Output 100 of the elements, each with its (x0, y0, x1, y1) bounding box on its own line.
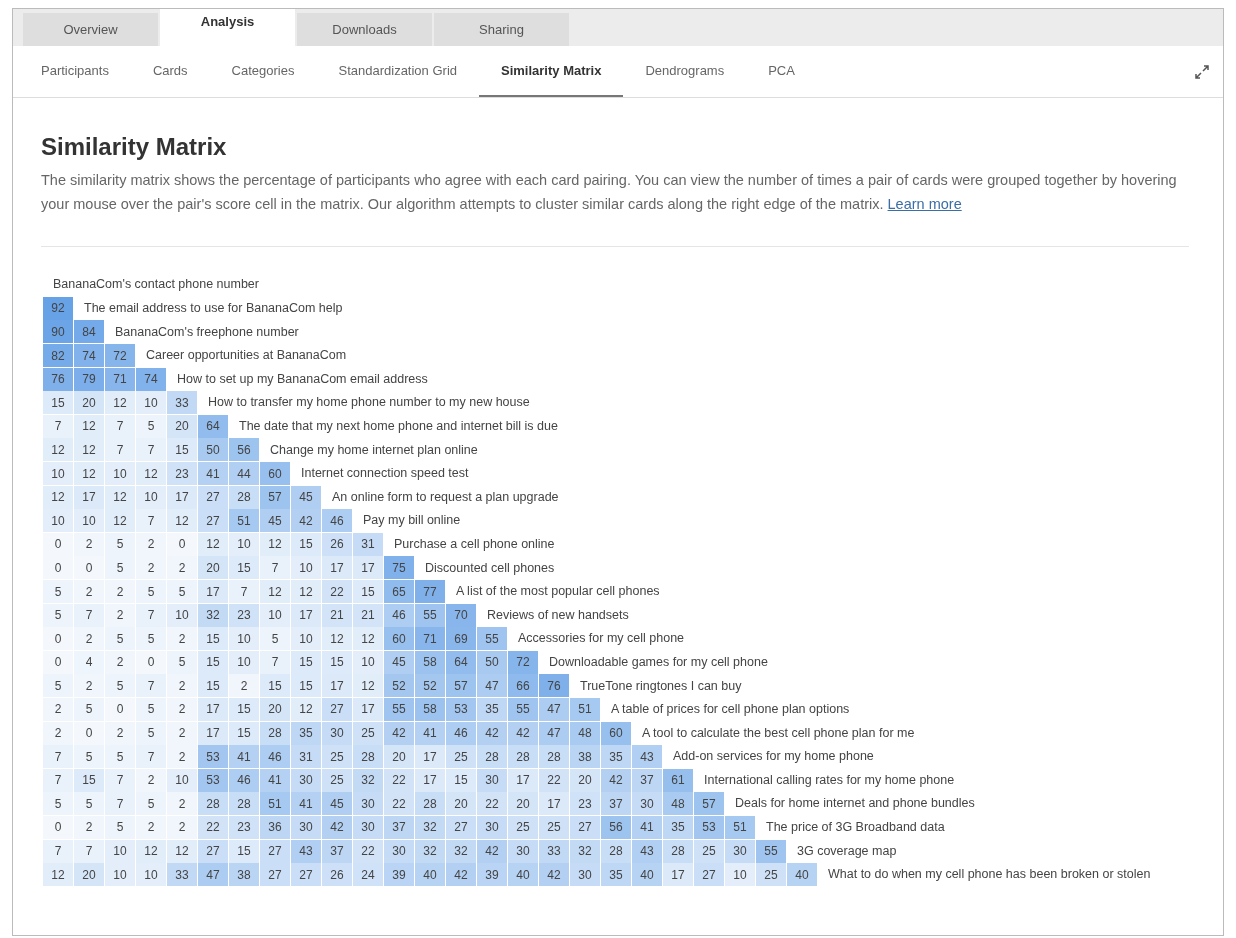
score-cell[interactable]: 10 (105, 863, 135, 887)
score-cell[interactable]: 27 (198, 839, 228, 863)
score-cell[interactable]: 42 (291, 509, 321, 533)
score-cell[interactable]: 2 (136, 768, 166, 792)
score-cell[interactable]: 45 (260, 509, 290, 533)
score-cell[interactable]: 50 (198, 438, 228, 462)
score-cell[interactable]: 57 (694, 792, 724, 816)
score-cell[interactable]: 5 (136, 792, 166, 816)
score-cell[interactable]: 37 (322, 839, 352, 863)
score-cell[interactable]: 27 (198, 509, 228, 533)
score-cell[interactable]: 60 (260, 462, 290, 486)
score-cell[interactable]: 15 (291, 650, 321, 674)
score-cell[interactable]: 20 (446, 792, 476, 816)
score-cell[interactable]: 25 (322, 745, 352, 769)
score-cell[interactable]: 37 (632, 768, 662, 792)
score-cell[interactable]: 5 (167, 580, 197, 603)
score-cell[interactable]: 46 (384, 603, 414, 627)
score-cell[interactable]: 42 (601, 768, 631, 792)
score-cell[interactable]: 25 (694, 839, 724, 863)
score-cell[interactable]: 38 (229, 863, 259, 887)
score-cell[interactable]: 45 (384, 650, 414, 674)
score-cell[interactable]: 12 (353, 674, 383, 698)
score-cell[interactable]: 12 (43, 863, 73, 887)
score-cell[interactable]: 30 (508, 839, 538, 863)
score-cell[interactable]: 15 (291, 532, 321, 556)
score-cell[interactable]: 22 (322, 580, 352, 603)
score-cell[interactable]: 12 (291, 698, 321, 721)
score-cell[interactable]: 90 (43, 320, 73, 344)
score-cell[interactable]: 35 (601, 745, 631, 769)
subtab[interactable]: Cards (130, 46, 210, 97)
score-cell[interactable]: 2 (43, 698, 73, 721)
score-cell[interactable]: 71 (415, 627, 445, 651)
score-cell[interactable]: 17 (198, 721, 228, 745)
score-cell[interactable]: 20 (74, 391, 104, 415)
score-cell[interactable]: 65 (384, 580, 414, 603)
score-cell[interactable]: 12 (198, 532, 228, 556)
score-cell[interactable]: 20 (167, 414, 197, 438)
score-cell[interactable]: 10 (725, 863, 755, 887)
score-cell[interactable]: 51 (229, 509, 259, 533)
score-cell[interactable]: 28 (601, 839, 631, 863)
score-cell[interactable]: 55 (415, 603, 445, 627)
score-cell[interactable]: 28 (353, 745, 383, 769)
score-cell[interactable]: 15 (43, 391, 73, 415)
score-cell[interactable]: 10 (229, 532, 259, 556)
score-cell[interactable]: 43 (632, 745, 662, 769)
score-cell[interactable]: 12 (136, 462, 166, 486)
score-cell[interactable]: 0 (43, 650, 73, 674)
score-cell[interactable]: 0 (136, 650, 166, 674)
score-cell[interactable]: 30 (322, 721, 352, 745)
score-cell[interactable]: 2 (74, 674, 104, 698)
score-cell[interactable]: 22 (384, 768, 414, 792)
score-cell[interactable]: 5 (105, 556, 135, 580)
score-cell[interactable]: 12 (105, 485, 135, 509)
score-cell[interactable]: 26 (322, 863, 352, 887)
score-cell[interactable]: 2 (105, 650, 135, 674)
score-cell[interactable]: 43 (632, 839, 662, 863)
score-cell[interactable]: 28 (415, 792, 445, 816)
score-cell[interactable]: 12 (43, 438, 73, 462)
subtab[interactable]: PCA (746, 46, 817, 97)
score-cell[interactable]: 10 (260, 603, 290, 627)
score-cell[interactable]: 5 (136, 698, 166, 721)
score-cell[interactable]: 10 (105, 839, 135, 863)
score-cell[interactable]: 23 (229, 815, 259, 839)
score-cell[interactable]: 40 (508, 863, 538, 887)
score-cell[interactable]: 7 (136, 509, 166, 533)
score-cell[interactable]: 0 (105, 698, 135, 721)
score-cell[interactable]: 12 (74, 462, 104, 486)
score-cell[interactable]: 25 (539, 815, 569, 839)
score-cell[interactable]: 35 (663, 815, 693, 839)
score-cell[interactable]: 7 (136, 745, 166, 769)
score-cell[interactable]: 15 (353, 580, 383, 603)
score-cell[interactable]: 52 (415, 674, 445, 698)
score-cell[interactable]: 27 (570, 815, 600, 839)
score-cell[interactable]: 31 (353, 532, 383, 556)
score-cell[interactable]: 7 (105, 792, 135, 816)
score-cell[interactable]: 64 (198, 414, 228, 438)
score-cell[interactable]: 60 (384, 627, 414, 651)
score-cell[interactable]: 30 (291, 768, 321, 792)
score-cell[interactable]: 15 (229, 721, 259, 745)
score-cell[interactable]: 12 (291, 580, 321, 603)
score-cell[interactable]: 57 (446, 674, 476, 698)
score-cell[interactable]: 48 (663, 792, 693, 816)
score-cell[interactable]: 21 (322, 603, 352, 627)
score-cell[interactable]: 28 (477, 745, 507, 769)
score-cell[interactable]: 53 (694, 815, 724, 839)
score-cell[interactable]: 15 (229, 698, 259, 721)
score-cell[interactable]: 2 (43, 721, 73, 745)
score-cell[interactable]: 30 (632, 792, 662, 816)
score-cell[interactable]: 23 (570, 792, 600, 816)
score-cell[interactable]: 32 (415, 839, 445, 863)
score-cell[interactable]: 55 (508, 698, 538, 721)
score-cell[interactable]: 55 (384, 698, 414, 721)
tab[interactable]: Analysis (160, 9, 295, 46)
score-cell[interactable]: 10 (105, 462, 135, 486)
score-cell[interactable]: 27 (260, 863, 290, 887)
subtab[interactable]: Participants (19, 46, 131, 97)
score-cell[interactable]: 35 (477, 698, 507, 721)
score-cell[interactable]: 17 (198, 698, 228, 721)
score-cell[interactable]: 5 (74, 698, 104, 721)
score-cell[interactable]: 42 (477, 839, 507, 863)
